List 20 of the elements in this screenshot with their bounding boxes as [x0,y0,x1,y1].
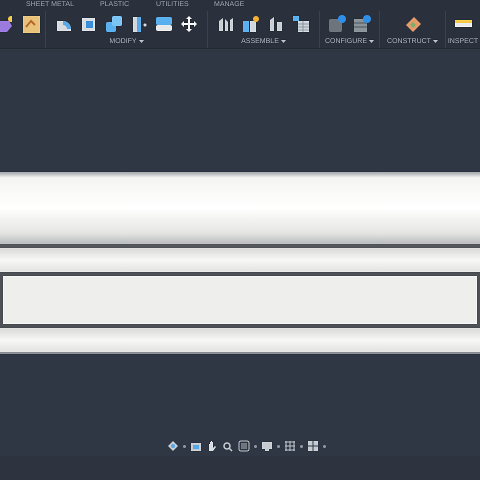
overlapping-squares-icon[interactable] [105,15,123,33]
grid-icon[interactable] [284,440,296,452]
split-block-icon[interactable] [130,15,148,33]
layered-block-icon[interactable] [155,15,173,33]
fit-icon[interactable] [238,440,250,452]
cube-icon[interactable] [80,15,98,33]
joint-icon[interactable] [217,15,235,33]
move-arrows-icon[interactable] [180,15,198,33]
plane-icon[interactable] [404,15,422,33]
layout-icon[interactable] [306,440,318,452]
table-icon[interactable] [292,15,310,33]
orbit-icon[interactable] [166,440,178,452]
sketch-icon[interactable] [22,14,41,34]
zoom-icon[interactable] [222,440,234,452]
table-badge-icon[interactable] [353,15,371,33]
display-icon[interactable] [260,440,272,452]
bracket-icon[interactable] [267,15,285,33]
component-icon[interactable] [242,15,260,33]
cube-badge-icon[interactable] [328,15,346,33]
camera-icon[interactable] [190,440,202,452]
